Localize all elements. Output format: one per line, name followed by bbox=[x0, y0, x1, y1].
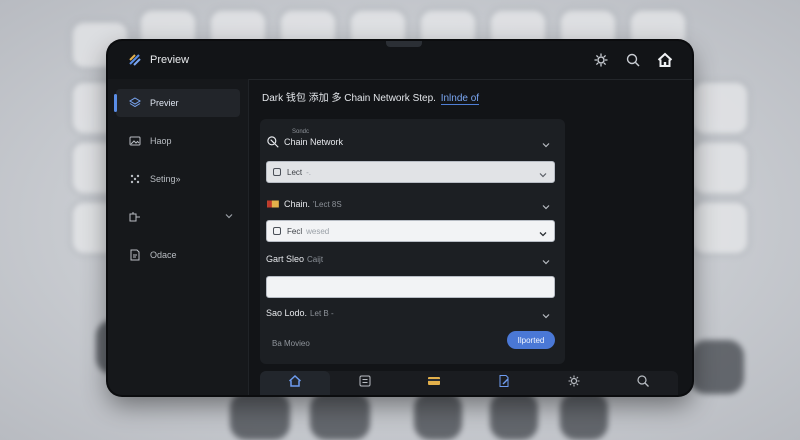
page-title: Dark 钱包 添加 多 Chain Network Step. Inlnde … bbox=[262, 89, 480, 105]
tab-search[interactable] bbox=[608, 371, 678, 395]
brand: Preview bbox=[128, 53, 189, 67]
chain-network-header[interactable]: Sondc Chain Network bbox=[266, 129, 555, 153]
tab-list[interactable] bbox=[330, 371, 400, 395]
top-bar-actions bbox=[592, 51, 674, 69]
grid-icon bbox=[128, 172, 142, 186]
section-muted: Let B - bbox=[310, 308, 334, 318]
layers-icon bbox=[128, 96, 142, 110]
section-label: Chain Network bbox=[284, 137, 344, 147]
chevron-down-icon[interactable] bbox=[541, 254, 551, 265]
search-icon bbox=[636, 374, 650, 393]
section-label: Chain. bbox=[284, 199, 311, 209]
settings-icon[interactable] bbox=[592, 51, 610, 69]
chevron-down-icon[interactable] bbox=[224, 211, 234, 221]
chevron-down-icon[interactable] bbox=[541, 308, 551, 319]
doc-edit-icon bbox=[497, 374, 511, 393]
checkbox-icon bbox=[273, 168, 281, 176]
sao-header[interactable]: Sao Lodo. Let B - bbox=[266, 302, 555, 324]
window-title: Preview bbox=[150, 54, 190, 66]
sidebar-item-haop[interactable]: Haop bbox=[116, 127, 240, 155]
tab-doc-edit[interactable] bbox=[469, 371, 539, 395]
folder-icon bbox=[427, 374, 441, 393]
sidebar-item-label: Seting» bbox=[150, 174, 181, 184]
main-content: Dark 钱包 添加 多 Chain Network Step. Inlnde … bbox=[248, 79, 692, 395]
sidebar: Previer Haop Seting» Odace bbox=[108, 79, 249, 395]
fee-select-value: Fecl bbox=[287, 226, 303, 236]
sidebar-item-label: Previer bbox=[150, 98, 179, 108]
list-icon bbox=[358, 374, 372, 393]
fee-select[interactable]: Fecl wesed bbox=[266, 220, 555, 242]
search-icon[interactable] bbox=[624, 51, 642, 69]
sidebar-item-label: Odace bbox=[150, 250, 177, 260]
doc-icon bbox=[128, 248, 142, 262]
top-bar: Preview bbox=[108, 41, 692, 80]
checkbox-icon bbox=[273, 227, 281, 235]
gart-input[interactable] bbox=[266, 276, 555, 298]
chain-select[interactable]: Lect -. bbox=[266, 161, 555, 183]
chain-icon bbox=[266, 135, 280, 149]
sidebar-item-settings[interactable]: Seting» bbox=[116, 165, 240, 193]
app-window: Preview Previer Haop Seting» Odace Dark … bbox=[108, 41, 692, 395]
settings-panel: Sondc Chain Network Lect -. Chain. 'Lect… bbox=[260, 119, 565, 364]
chevron-down-icon bbox=[538, 167, 548, 178]
chain-select-value: Lect bbox=[287, 167, 303, 177]
section-muted: 'Lect 8S bbox=[313, 199, 342, 209]
page-title-link[interactable]: Inlnde of bbox=[440, 93, 480, 105]
gart-header[interactable]: Gart Sleo Caijt bbox=[266, 248, 555, 270]
home-icon[interactable] bbox=[656, 51, 674, 69]
section-label: Gart Sleo bbox=[266, 254, 305, 264]
tab-folder[interactable] bbox=[399, 371, 469, 395]
section-caption: Sondc bbox=[292, 129, 310, 135]
page-title-text: Dark 钱包 添加 多 Chain Network Step. bbox=[262, 93, 436, 104]
chevron-down-icon bbox=[538, 226, 548, 237]
section-label: Sao Lodo. bbox=[266, 308, 308, 318]
tab-settings[interactable] bbox=[539, 371, 609, 395]
tab-home[interactable] bbox=[260, 371, 330, 395]
import-button[interactable]: Ilported bbox=[507, 331, 555, 349]
sidebar-item-previer[interactable]: Previer bbox=[114, 89, 240, 117]
settings-icon bbox=[567, 374, 581, 393]
app-logo-icon bbox=[128, 53, 142, 67]
chevron-down-icon[interactable] bbox=[541, 137, 551, 148]
footer-label: Ba Movieo bbox=[272, 339, 310, 348]
sidebar-item-odace[interactable]: Odace bbox=[116, 241, 240, 269]
fee-select-placeholder: wesed bbox=[306, 226, 330, 236]
section-muted: Caijt bbox=[307, 254, 324, 264]
chain-header[interactable]: Chain. 'Lect 8S bbox=[266, 193, 555, 215]
chain-select-placeholder: -. bbox=[306, 167, 312, 177]
sidebar-item-label: Haop bbox=[150, 136, 172, 146]
flag-icon bbox=[266, 197, 280, 211]
bottom-tab-bar bbox=[260, 371, 678, 395]
home-icon bbox=[288, 374, 302, 393]
sidebar-item-network[interactable] bbox=[116, 203, 240, 231]
network-icon bbox=[128, 210, 142, 224]
image-icon bbox=[128, 134, 142, 148]
chevron-down-icon[interactable] bbox=[541, 199, 551, 210]
